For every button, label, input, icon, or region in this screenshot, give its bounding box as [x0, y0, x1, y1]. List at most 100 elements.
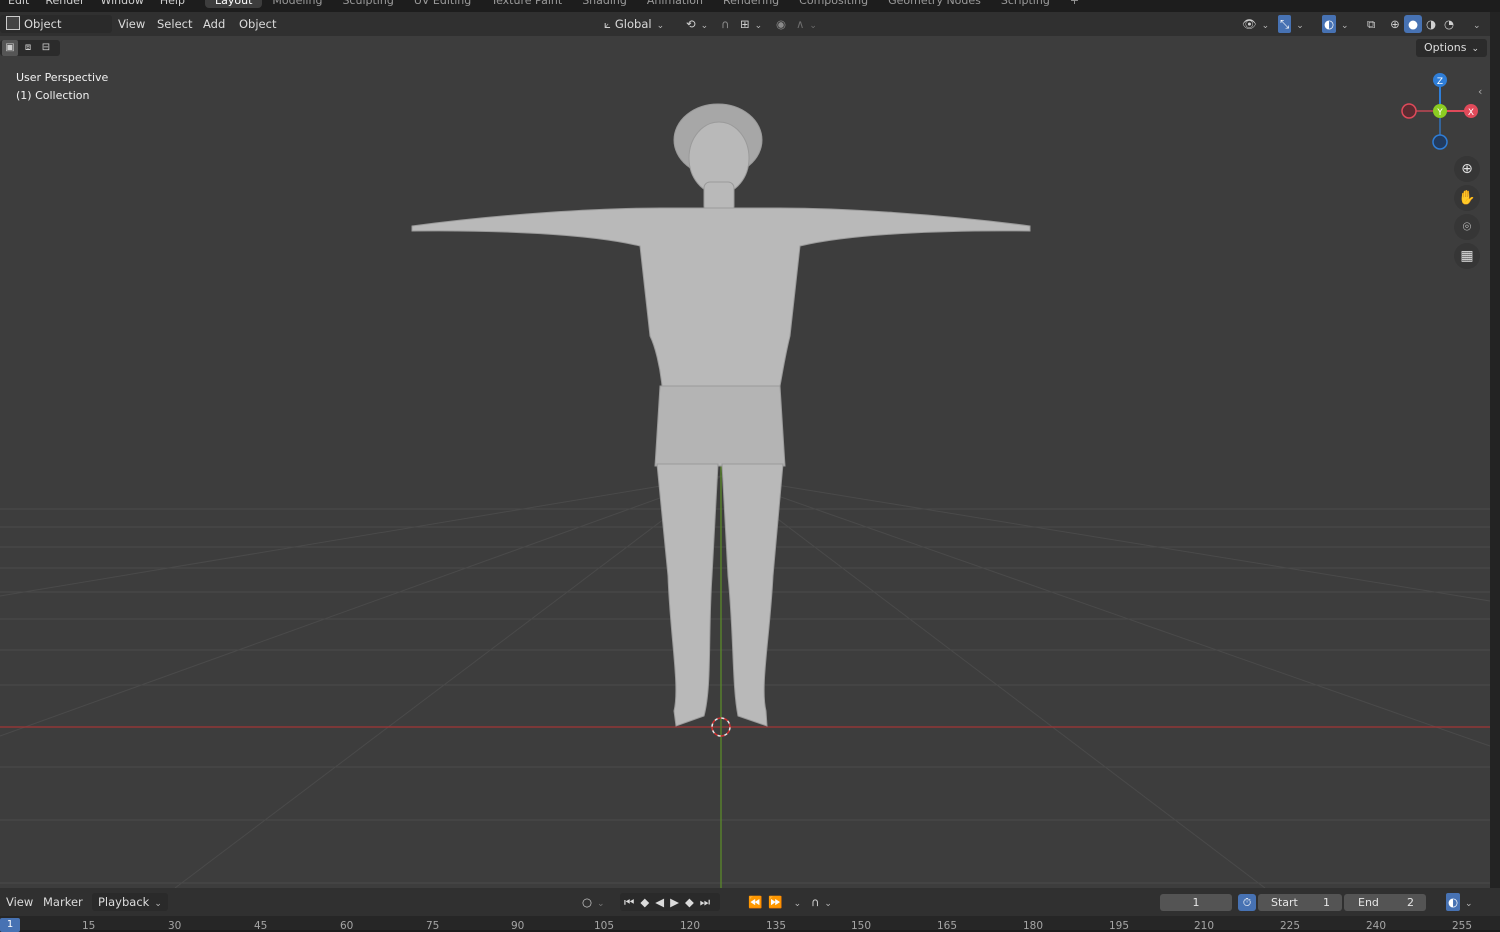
viewport-header: Object Mode⌄ View Select Add Object ⟀Glo…	[0, 12, 1490, 49]
navigation-gizmo[interactable]: Z X Y	[1401, 73, 1478, 150]
timeline-menu-marker[interactable]: Marker	[37, 893, 89, 911]
prev-keyframe-icon[interactable]: ◆	[640, 895, 655, 909]
tab-rendering[interactable]: Rendering	[713, 0, 789, 8]
wireframe-shading-icon[interactable]: ⊕	[1386, 15, 1404, 33]
end-frame-field[interactable]: End 2	[1344, 894, 1426, 911]
select-mode-buttons: ▣ ⧈ ⊟	[0, 40, 60, 56]
options-label: Options	[1424, 41, 1467, 54]
timeline-menu-playback[interactable]: Playback ⌄	[92, 893, 168, 911]
tab-compositing[interactable]: Compositing	[789, 0, 878, 8]
visibility-button[interactable]: 👁 ⌄	[1236, 15, 1275, 33]
tab-geometry-nodes[interactable]: Geometry Nodes	[878, 0, 991, 8]
ruler-tick: 210	[1194, 920, 1215, 932]
menu-render[interactable]: Render	[37, 0, 92, 8]
tab-scripting[interactable]: Scripting	[991, 0, 1060, 8]
rendered-shading-icon[interactable]: ◔	[1440, 15, 1458, 33]
tab-layout[interactable]: Layout	[205, 0, 263, 8]
chevron-down-icon: ⌄	[1341, 21, 1349, 31]
tab-sculpting[interactable]: Sculpting	[332, 0, 403, 8]
menu-window[interactable]: Window	[92, 0, 151, 8]
gizmo-z-label: Z	[1437, 77, 1443, 87]
playback-controls: ⏮◆◀▶◆⏭	[620, 893, 721, 911]
zoom-icon[interactable]: ⊕	[1454, 156, 1480, 182]
snap-timeline-button[interactable]: ∩ ⌄	[805, 893, 838, 911]
mode-dropdown[interactable]: Object Mode⌄	[0, 15, 112, 49]
proportional-edit-toggle[interactable]: ◉	[770, 15, 792, 33]
menu-edit[interactable]: Edit	[0, 0, 37, 8]
snap-toggle[interactable]: ∩	[715, 15, 735, 33]
select-subtract-icon[interactable]: ⊟	[38, 40, 54, 56]
next-keyframe-icon[interactable]: ◆	[685, 895, 700, 909]
shading-options-button[interactable]: ⌄	[1462, 15, 1487, 33]
top-menu: Edit Render Window Help	[0, 0, 193, 8]
ortho-grid-icon[interactable]: ▦	[1454, 243, 1480, 269]
chevron-down-icon: ⌄	[656, 21, 665, 31]
current-frame-field[interactable]: 1	[1160, 894, 1232, 911]
collection-label: (1) Collection	[16, 89, 90, 102]
prev-key-icon[interactable]: ⏪	[748, 895, 768, 909]
chevron-down-icon: ⌄	[754, 21, 763, 31]
chevron-down-icon: ⌄	[597, 899, 605, 909]
gizmo-toggle[interactable]: ⤡ ⌄	[1272, 15, 1310, 33]
chevron-down-icon: ⌄	[1296, 21, 1304, 31]
tab-texture-paint[interactable]: Texture Paint	[481, 0, 572, 8]
record-icon: ○	[582, 895, 593, 909]
tab-shading[interactable]: Shading	[572, 0, 637, 8]
chevron-down-icon: ⌄	[154, 899, 162, 909]
tab-add[interactable]: +	[1060, 0, 1089, 8]
jump-end-icon[interactable]: ⏭	[700, 895, 716, 909]
start-frame-field[interactable]: Start 1	[1258, 894, 1342, 911]
orientation-dropdown[interactable]: ⟀ Global ⌄	[598, 15, 670, 33]
next-key-icon[interactable]: ⏩	[768, 895, 788, 909]
menu-object[interactable]: Object	[233, 15, 282, 33]
play-icon[interactable]: ▶	[670, 895, 685, 909]
pan-hand-icon[interactable]: ✋	[1454, 185, 1480, 211]
snap-target-button[interactable]: ⊞ ⌄	[734, 15, 768, 33]
timeline-ruler[interactable]: 1 15 30 45 60 75 90 105 120 135 150 165 …	[0, 916, 1500, 932]
tab-animation[interactable]: Animation	[637, 0, 713, 8]
select-extend-icon[interactable]: ⧈	[20, 40, 36, 56]
options-dropdown[interactable]: Options ⌄	[1416, 39, 1487, 57]
xray-toggle[interactable]: ⧉	[1361, 15, 1381, 33]
timeline-menu-view[interactable]: View	[0, 893, 39, 911]
pivot-icon: ⟲	[686, 17, 696, 31]
camera-view-icon[interactable]: ⌾	[1454, 214, 1480, 240]
gizmo-neg-z[interactable]	[1432, 134, 1448, 150]
menu-view[interactable]: View	[112, 15, 151, 33]
gizmo-x-label: X	[1468, 108, 1474, 118]
start-value: 1	[1323, 896, 1330, 909]
ruler-tick: 45	[254, 920, 268, 932]
snap-increment-icon: ⊞	[740, 17, 750, 31]
gizmo-icon: ⤡	[1278, 15, 1292, 33]
ruler-tick: 135	[766, 920, 787, 932]
menu-select[interactable]: Select	[151, 15, 198, 33]
gizmo-neg-x[interactable]	[1401, 103, 1417, 119]
auto-keying-toggle[interactable]: ○ ⌄	[576, 893, 611, 911]
transform-orientation-icon: ⟀	[604, 17, 611, 31]
chevron-down-icon: ⌄	[824, 899, 832, 909]
play-reverse-icon[interactable]: ◀	[655, 895, 670, 909]
area-edge	[1490, 12, 1500, 888]
jump-start-icon[interactable]: ⏮	[624, 895, 640, 909]
overlays-toggle[interactable]: ◐ ⌄	[1316, 15, 1355, 33]
pivot-point-button[interactable]: ⟲ ⌄	[680, 15, 714, 33]
solid-shading-icon[interactable]: ●	[1404, 15, 1422, 33]
material-preview-icon[interactable]: ◑	[1422, 15, 1440, 33]
stopwatch-icon[interactable]: ⏱	[1238, 894, 1256, 911]
tab-modeling[interactable]: Modeling	[262, 0, 332, 8]
workspace-tabs: Layout Modeling Sculpting UV Editing Tex…	[205, 0, 1089, 8]
ruler-tick: 60	[340, 920, 354, 932]
sidebar-toggle-icon[interactable]: ‹	[1478, 85, 1482, 98]
select-new-icon[interactable]: ▣	[2, 40, 18, 56]
menu-add[interactable]: Add	[197, 15, 231, 33]
eye-icon: 👁	[1242, 17, 1257, 31]
ruler-tick: 120	[680, 920, 701, 932]
tab-uv-editing[interactable]: UV Editing	[404, 0, 481, 8]
3d-viewport[interactable]: Z X Y ▣ ⧈ ⊟ Options ⌄ User Perspective (1…	[0, 36, 1490, 888]
chevron-down-icon: ⌄	[1261, 21, 1270, 31]
timeline-overlay-button[interactable]: ◐ ⌄	[1440, 893, 1479, 911]
xray-icon: ⧉	[1367, 17, 1376, 31]
menu-help[interactable]: Help	[152, 0, 193, 8]
ruler-tick: 195	[1109, 920, 1130, 932]
falloff-button[interactable]: ∧ ⌄	[790, 15, 823, 33]
